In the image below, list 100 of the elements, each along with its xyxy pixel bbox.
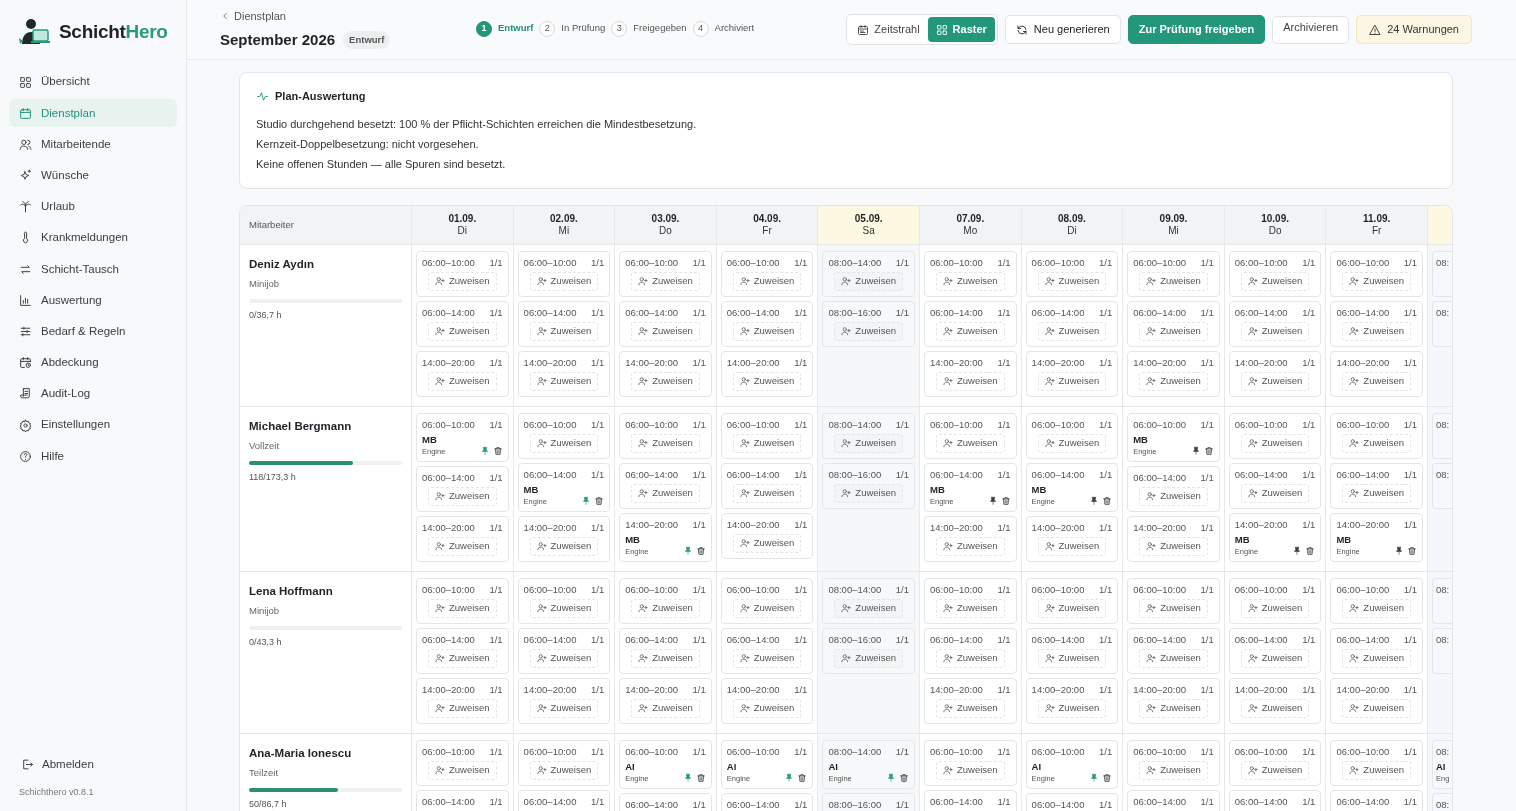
assign-button[interactable]: Zuweisen bbox=[428, 760, 497, 780]
assign-button[interactable]: Zuweisen bbox=[1037, 433, 1107, 453]
workflow-step[interactable]: 4 Archiviert bbox=[692, 20, 755, 37]
assign-button[interactable]: Zuweisen bbox=[1342, 483, 1411, 503]
assign-button[interactable]: Zuweisen bbox=[1342, 371, 1411, 391]
assign-button[interactable]: Zuweisen bbox=[631, 433, 700, 453]
assign-button[interactable]: Zuweisen bbox=[631, 371, 700, 391]
assign-button[interactable]: Zuweisen bbox=[428, 321, 497, 341]
assign-button[interactable]: Zuweisen bbox=[1240, 760, 1310, 780]
trash-icon[interactable] bbox=[1203, 446, 1214, 456]
assign-button[interactable]: Zuweisen bbox=[732, 483, 802, 503]
workflow-step[interactable]: 1 Entwurf bbox=[476, 20, 534, 37]
assign-button[interactable]: Zuweisen bbox=[834, 648, 903, 668]
pin-icon[interactable] bbox=[987, 496, 998, 506]
sidebar-item[interactable]: Auswertung bbox=[9, 286, 177, 315]
assign-button[interactable]: Zuweisen bbox=[631, 271, 700, 291]
assign-button[interactable]: Zuweisen bbox=[834, 598, 903, 618]
trash-icon[interactable] bbox=[1305, 546, 1316, 556]
assign-button[interactable]: Zuweisen bbox=[529, 536, 599, 556]
archive-button[interactable]: Archivieren bbox=[1272, 15, 1350, 44]
assign-button[interactable]: Zuweisen bbox=[732, 698, 802, 718]
assign-button[interactable]: Zuweisen bbox=[428, 271, 497, 291]
assign-button[interactable]: Zuweisen bbox=[428, 598, 497, 618]
sidebar-item[interactable]: Bedarf & Regeln bbox=[9, 317, 177, 346]
assign-button[interactable]: Zuweisen bbox=[1240, 598, 1310, 618]
assign-button[interactable]: Zuweisen bbox=[631, 483, 700, 503]
assign-button[interactable]: Zuweisen bbox=[1139, 598, 1208, 618]
assign-button[interactable]: Zuweisen bbox=[631, 598, 700, 618]
trash-icon[interactable] bbox=[492, 446, 503, 456]
assign-button[interactable]: Zuweisen bbox=[732, 371, 802, 391]
assign-button[interactable]: Zuweisen bbox=[631, 698, 700, 718]
assign-button[interactable]: Zuweisen bbox=[834, 433, 903, 453]
assign-button[interactable]: Zuweisen bbox=[834, 271, 903, 291]
assign-button[interactable]: Zuweisen bbox=[936, 760, 1005, 780]
assign-button[interactable]: Zuweisen bbox=[1240, 698, 1310, 718]
assign-button[interactable]: Zuweisen bbox=[529, 598, 599, 618]
assign-button[interactable]: Zuweisen bbox=[936, 536, 1005, 556]
assign-button[interactable]: Zuweisen bbox=[834, 483, 903, 503]
assign-button[interactable]: Zuweisen bbox=[1240, 271, 1310, 291]
assign-button[interactable]: Zuweisen bbox=[834, 321, 903, 341]
sidebar-item[interactable]: Schicht-Tausch bbox=[9, 255, 177, 284]
sidebar-item[interactable]: Abdeckung bbox=[9, 348, 177, 377]
assign-button[interactable]: Zuweisen bbox=[1342, 598, 1411, 618]
submit-review-button[interactable]: Zur Prüfung freigeben bbox=[1127, 15, 1266, 44]
view-tab[interactable]: Raster bbox=[927, 17, 995, 42]
sidebar-item[interactable]: Audit-Log bbox=[9, 379, 177, 408]
assign-button[interactable]: Zuweisen bbox=[732, 321, 802, 341]
assign-button[interactable]: Zuweisen bbox=[1139, 648, 1208, 668]
assign-button[interactable]: Zuweisen bbox=[428, 698, 497, 718]
sidebar-item[interactable]: Übersicht bbox=[9, 68, 177, 96]
trash-icon[interactable] bbox=[797, 773, 808, 783]
workflow-step[interactable]: 2 In Prüfung bbox=[539, 20, 606, 37]
trash-icon[interactable] bbox=[899, 773, 909, 783]
trash-icon[interactable] bbox=[695, 773, 706, 783]
assign-button[interactable]: Zuweisen bbox=[529, 433, 599, 453]
assign-button[interactable]: Zuweisen bbox=[1342, 648, 1411, 668]
pin-icon[interactable] bbox=[1292, 546, 1303, 556]
assign-button[interactable]: Zuweisen bbox=[428, 371, 497, 391]
assign-button[interactable]: Zuweisen bbox=[1037, 271, 1107, 291]
sidebar-item[interactable]: Mitarbeitende bbox=[9, 130, 177, 159]
trash-icon[interactable] bbox=[1000, 496, 1011, 506]
assign-button[interactable]: Zuweisen bbox=[1037, 371, 1107, 391]
assign-button[interactable]: Zuweisen bbox=[1139, 321, 1208, 341]
trash-icon[interactable] bbox=[594, 496, 605, 506]
sidebar-item[interactable]: Wünsche bbox=[9, 161, 177, 190]
assign-button[interactable]: Zuweisen bbox=[529, 648, 599, 668]
pin-icon[interactable] bbox=[1190, 446, 1201, 456]
assign-button[interactable]: Zuweisen bbox=[1037, 648, 1107, 668]
assign-button[interactable]: Zuweisen bbox=[732, 648, 802, 668]
regenerate-button[interactable]: Neu generieren bbox=[1004, 15, 1121, 44]
assign-button[interactable]: Zuweisen bbox=[631, 648, 700, 668]
pin-icon[interactable] bbox=[1089, 496, 1100, 506]
assign-button[interactable]: Zuweisen bbox=[936, 698, 1005, 718]
assign-button[interactable]: Zuweisen bbox=[1139, 760, 1208, 780]
trash-icon[interactable] bbox=[1407, 546, 1417, 556]
sidebar-item[interactable]: Krankmeldungen bbox=[9, 223, 177, 252]
assign-button[interactable]: Zuweisen bbox=[428, 536, 497, 556]
assign-button[interactable]: Zuweisen bbox=[1240, 321, 1310, 341]
assign-button[interactable]: Zuweisen bbox=[732, 433, 802, 453]
assign-button[interactable]: Zuweisen bbox=[936, 648, 1005, 668]
sidebar-item[interactable]: Dienstplan bbox=[9, 99, 177, 128]
assign-button[interactable]: Zuweisen bbox=[1240, 648, 1310, 668]
assign-button[interactable]: Zuweisen bbox=[529, 321, 599, 341]
assign-button[interactable]: Zuweisen bbox=[1240, 433, 1310, 453]
workflow-step[interactable]: 3 Freigegeben bbox=[611, 20, 687, 37]
assign-button[interactable]: Zuweisen bbox=[732, 598, 802, 618]
assign-button[interactable]: Zuweisen bbox=[1037, 536, 1107, 556]
assign-button[interactable]: Zuweisen bbox=[1342, 271, 1411, 291]
assign-button[interactable]: Zuweisen bbox=[428, 648, 497, 668]
assign-button[interactable]: Zuweisen bbox=[1139, 371, 1208, 391]
assign-button[interactable]: Zuweisen bbox=[1139, 698, 1208, 718]
assign-button[interactable]: Zuweisen bbox=[1139, 486, 1208, 506]
assign-button[interactable]: Zuweisen bbox=[1342, 433, 1411, 453]
assign-button[interactable]: Zuweisen bbox=[936, 321, 1005, 341]
assign-button[interactable]: Zuweisen bbox=[529, 698, 599, 718]
back-link[interactable]: Dienstplan bbox=[220, 7, 286, 25]
assign-button[interactable]: Zuweisen bbox=[732, 533, 802, 553]
trash-icon[interactable] bbox=[695, 546, 706, 556]
logout-link[interactable]: Abmelden bbox=[9, 753, 177, 776]
assign-button[interactable]: Zuweisen bbox=[428, 486, 497, 506]
